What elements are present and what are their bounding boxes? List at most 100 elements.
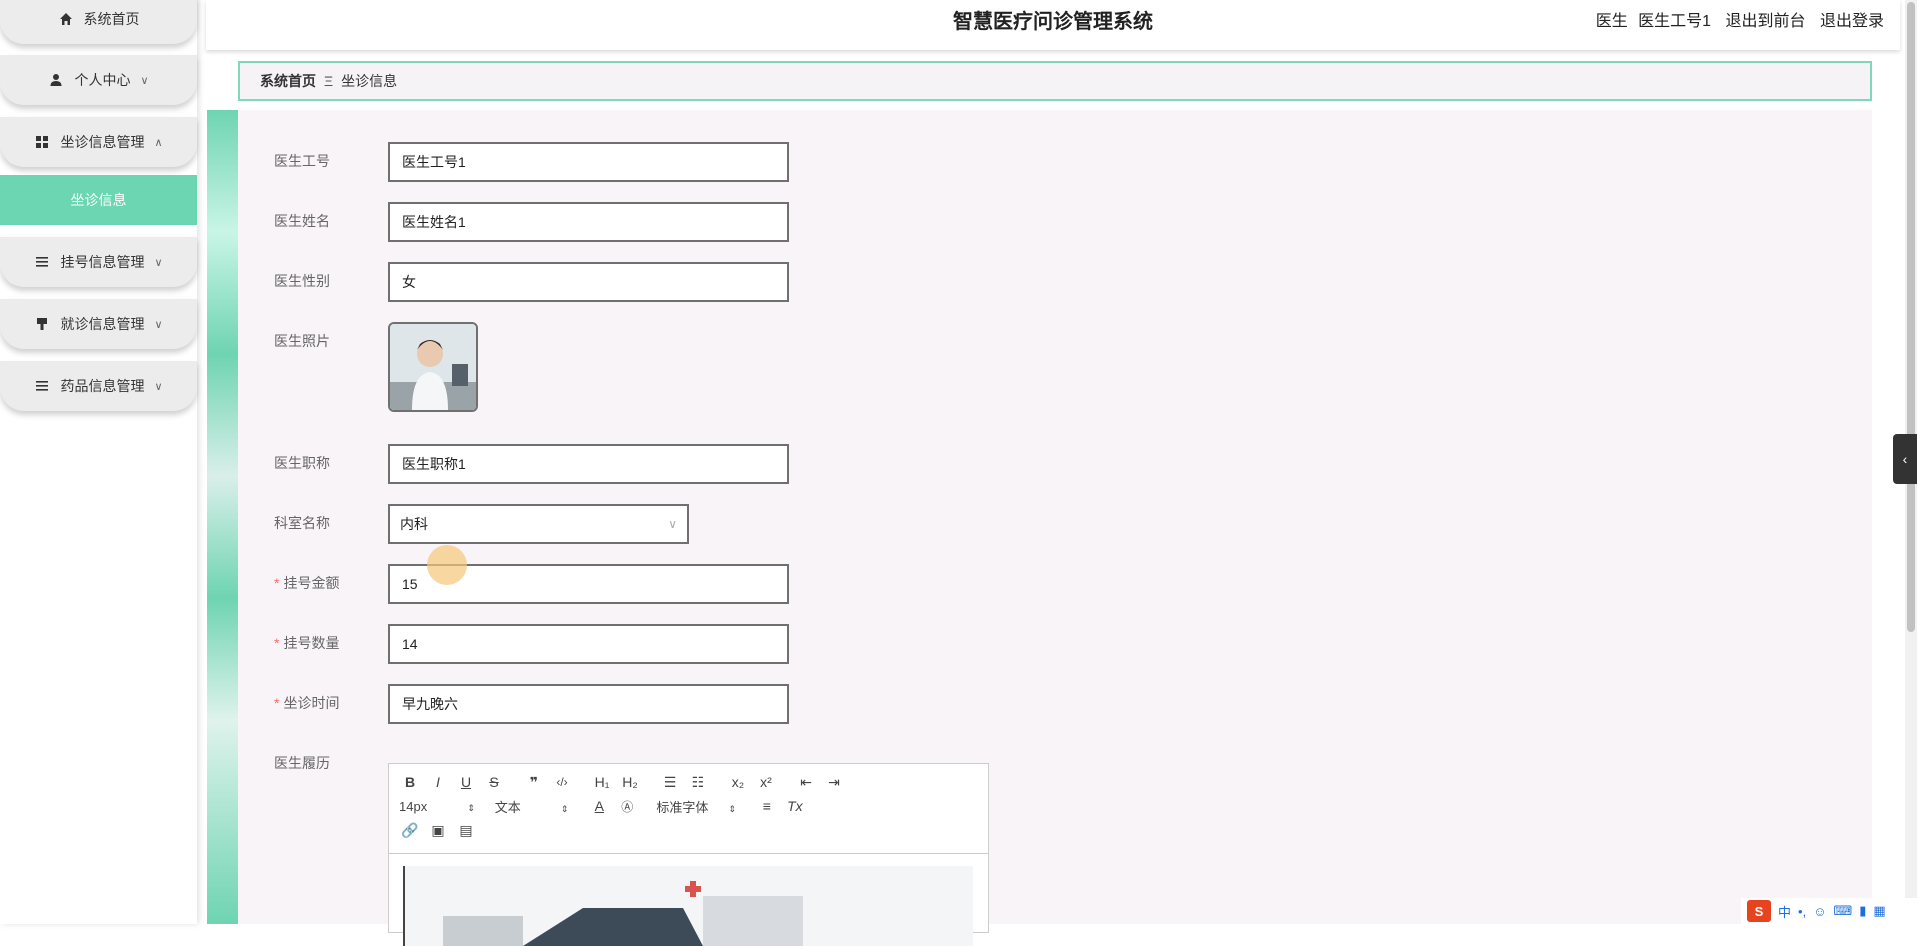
home-icon	[58, 11, 74, 27]
breadcrumb-separator: Ξ	[324, 73, 333, 89]
breadcrumb-home[interactable]: 系统首页	[260, 71, 316, 91]
quota-label-text: 挂号数量	[283, 635, 339, 651]
resume-image	[403, 866, 973, 946]
breadcrumb: 系统首页 Ξ 坐诊信息	[238, 61, 1872, 101]
sidebar-item-label: 坐诊信息管理	[60, 132, 144, 152]
doctor-photo-image	[390, 324, 476, 410]
collapse-panel-button[interactable]: ‹	[1893, 434, 1917, 484]
breadcrumb-current: 坐诊信息	[341, 71, 397, 91]
updown-icon: ⇕	[728, 804, 736, 814]
clipboard-icon[interactable]: ▮	[1859, 903, 1866, 919]
image-icon[interactable]: ▣	[427, 822, 449, 839]
sidebar-item-personal[interactable]: 个人中心 ∨	[0, 55, 197, 105]
sidebar-item-visit-mgmt[interactable]: 就诊信息管理 ∨	[0, 299, 197, 349]
doctor-name-input[interactable]: 医生姓名1	[388, 202, 789, 242]
photo-label: 医生照片	[274, 322, 394, 360]
doctor-id-label: 医生工号	[274, 142, 394, 180]
clear-format-icon[interactable]: Tx	[784, 798, 806, 814]
doctor-title-input[interactable]: 医生职称1	[388, 444, 789, 484]
chevron-down-icon: ∨	[154, 318, 162, 331]
fee-label-text: 挂号金额	[283, 575, 339, 591]
user-area: 医生 医生工号1 退出到前台 退出登录	[1586, 0, 1884, 44]
sidebar-item-label: 药品信息管理	[60, 376, 144, 396]
sogou-logo-icon[interactable]: S	[1747, 900, 1771, 922]
back-to-front-link[interactable]: 退出到前台	[1726, 13, 1806, 30]
user-icon	[48, 72, 64, 88]
ime-mode[interactable]: 中	[1778, 902, 1791, 921]
chevron-down-icon: ∨	[154, 380, 162, 393]
chevron-left-icon: ‹	[1903, 451, 1908, 467]
punctuation-icon[interactable]: •,	[1798, 904, 1806, 919]
font-color-icon[interactable]: A	[588, 798, 610, 814]
gender-label: 医生性别	[274, 262, 394, 300]
bullet-list-icon[interactable]: ☷	[687, 774, 709, 791]
sidebar-item-home[interactable]: 系统首页	[0, 0, 197, 44]
dept-select-value: 内科	[400, 516, 428, 532]
dept-label: 科室名称	[274, 504, 394, 542]
brush-icon	[34, 316, 50, 332]
outdent-icon[interactable]: ⇤	[795, 774, 817, 791]
subscript-icon[interactable]: x₂	[727, 774, 749, 790]
ime-toolbar: S 中 •, ☺ ⌨ ▮ ▦	[1741, 898, 1917, 924]
chevron-down-icon: ∨	[154, 256, 162, 269]
dept-select[interactable]: 内科 ∨	[388, 504, 689, 544]
sidebar-item-drug-mgmt[interactable]: 药品信息管理 ∨	[0, 361, 197, 411]
doctor-name-label: 医生姓名	[274, 202, 394, 240]
sidebar-item-label: 系统首页	[84, 9, 140, 29]
chevron-down-icon: ∨	[668, 506, 677, 542]
user-role: 医生	[1596, 13, 1628, 30]
time-label: *坐诊时间	[274, 684, 394, 722]
blockquote-icon[interactable]: ❞	[523, 774, 545, 791]
decorative-strip	[207, 110, 238, 924]
updown-icon: ⇕	[561, 804, 569, 814]
doctor-id-input[interactable]: 医生工号1	[388, 142, 789, 182]
sidebar-subitem-consult-info[interactable]: 坐诊信息	[0, 175, 197, 225]
background-color-icon[interactable]: Ⓐ	[616, 798, 638, 815]
sidebar-item-label: 就诊信息管理	[60, 314, 144, 334]
updown-icon: ⇕	[467, 803, 475, 813]
time-label-text: 坐诊时间	[283, 695, 339, 711]
link-icon[interactable]: 🔗	[399, 822, 421, 839]
align-icon[interactable]: ≡	[756, 798, 778, 814]
doctor-photo[interactable]	[388, 322, 478, 412]
sidebar-item-label: 个人中心	[74, 70, 130, 90]
code-icon[interactable]: ‹/›	[551, 775, 573, 789]
time-input[interactable]: 早九晚六	[388, 684, 789, 724]
heading-2-icon[interactable]: H₂	[619, 774, 641, 790]
chevron-down-icon: ∨	[140, 74, 148, 87]
text-type-value: 文本	[495, 800, 521, 815]
video-icon[interactable]: ▤	[455, 822, 477, 839]
keyboard-icon[interactable]: ⌨	[1833, 903, 1852, 919]
gender-input[interactable]: 女	[388, 262, 789, 302]
font-size-picker[interactable]: 14px ⇕	[399, 799, 475, 814]
quota-label: *挂号数量	[274, 624, 394, 662]
underline-icon[interactable]: U	[455, 774, 477, 790]
resume-editor[interactable]: B I U S ❞ ‹/› H₁ H₂ ☰ ☷ x₂ x² ⇤ ⇥	[388, 763, 989, 933]
italic-icon[interactable]: I	[427, 774, 449, 790]
cursor-highlight	[427, 545, 467, 585]
bold-icon[interactable]: B	[399, 774, 421, 790]
user-name: 医生工号1	[1638, 13, 1711, 30]
heading-1-icon[interactable]: H₁	[591, 774, 613, 790]
emoji-icon[interactable]: ☺	[1813, 904, 1826, 919]
quota-input[interactable]: 14	[388, 624, 789, 664]
ordered-list-icon[interactable]: ☰	[659, 774, 681, 791]
logout-link[interactable]: 退出登录	[1820, 13, 1884, 30]
grid-icon[interactable]: ▦	[1873, 903, 1885, 919]
editor-content[interactable]	[403, 866, 973, 946]
text-type-picker[interactable]: 文本 ⇕	[495, 797, 569, 816]
font-family-picker[interactable]: 标准字体⇕	[656, 797, 736, 816]
fee-label: *挂号金额	[274, 564, 394, 602]
title-label: 医生职称	[274, 444, 394, 482]
top-header: 智慧医疗问诊管理系统 医生 医生工号1 退出到前台 退出登录	[206, 0, 1900, 50]
sidebar-item-consult-mgmt[interactable]: 坐诊信息管理 ∧	[0, 117, 197, 167]
indent-icon[interactable]: ⇥	[823, 774, 845, 791]
list-icon	[34, 378, 50, 394]
chevron-up-icon: ∧	[154, 136, 162, 149]
font-size-value: 14px	[399, 799, 427, 814]
superscript-icon[interactable]: x²	[755, 774, 777, 790]
sidebar-item-registration-mgmt[interactable]: 挂号信息管理 ∨	[0, 237, 197, 287]
strikethrough-icon[interactable]: S	[483, 774, 505, 790]
sidebar-subitem-label: 坐诊信息	[71, 190, 127, 210]
scrollbar-thumb[interactable]	[1907, 2, 1915, 632]
